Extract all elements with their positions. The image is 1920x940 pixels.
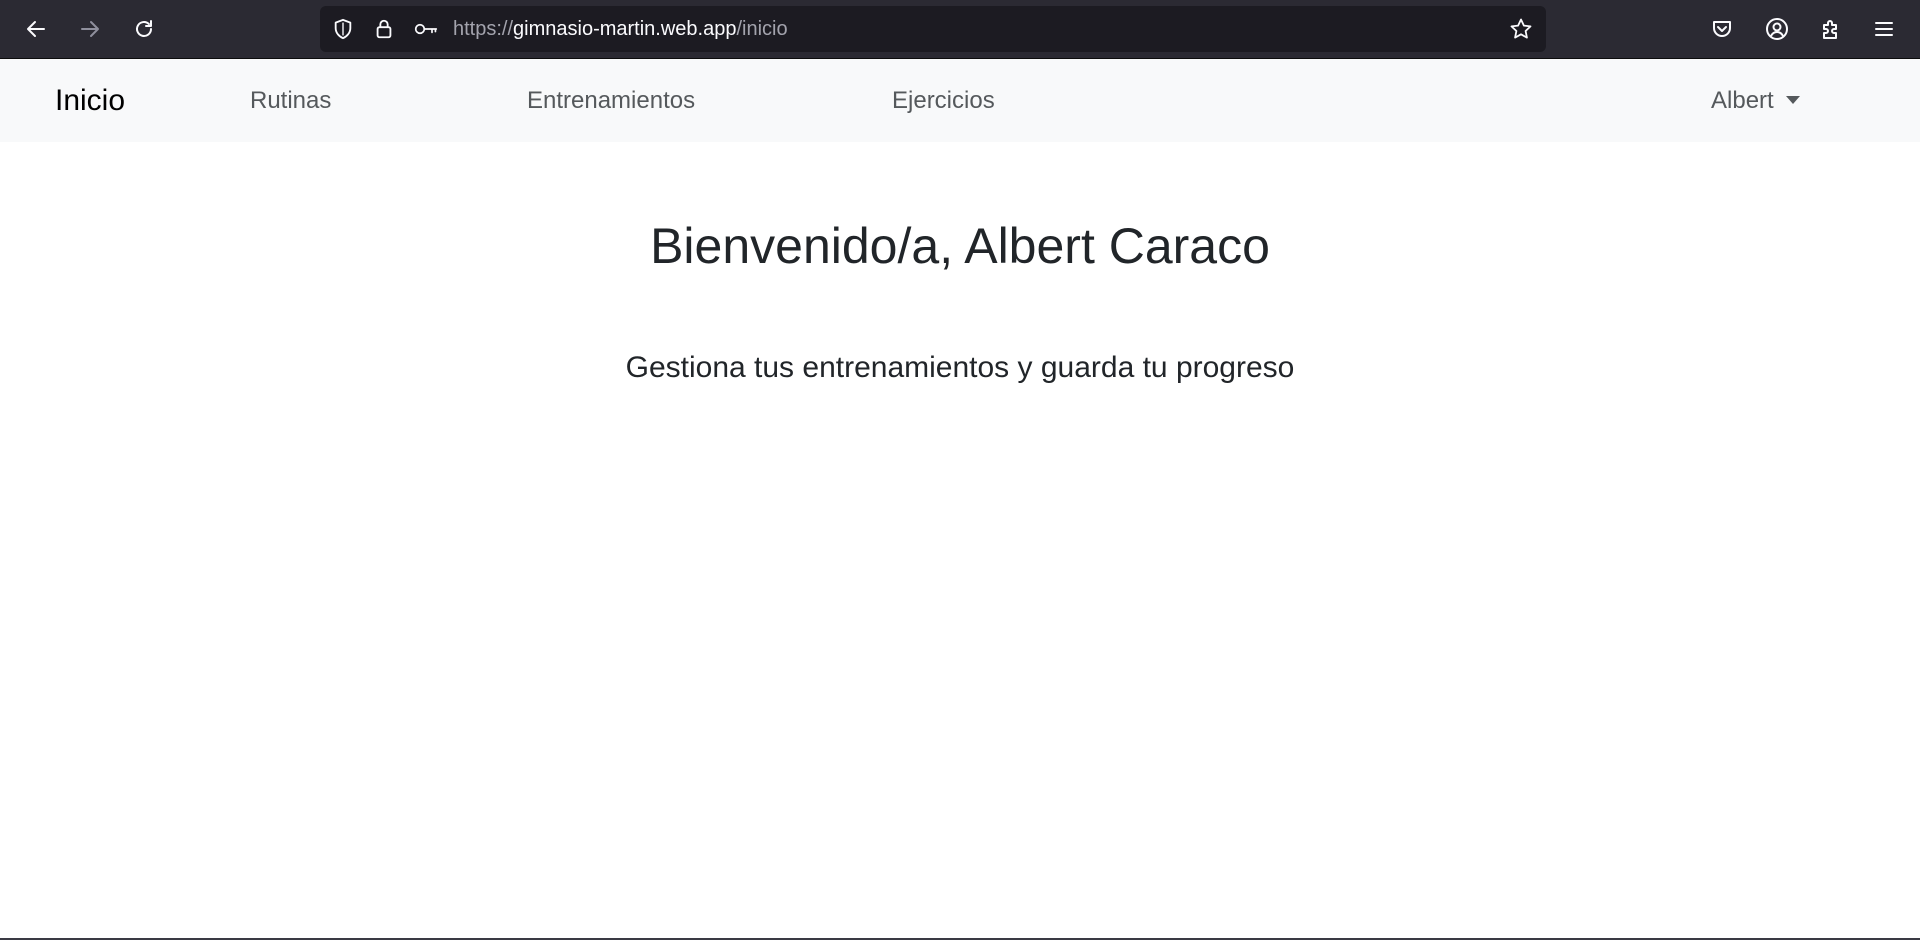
user-name-label: Albert — [1711, 87, 1774, 114]
navbar-brand-inicio[interactable]: Inicio — [55, 59, 125, 142]
url-host: gimnasio-martin.web.app — [513, 18, 737, 40]
welcome-title: Bienvenido/a, Albert Caraco — [650, 218, 1270, 274]
nav-link-ejercicios[interactable]: Ejercicios — [892, 59, 995, 142]
nav-link-entrenamientos[interactable]: Entrenamientos — [527, 59, 695, 142]
reload-button[interactable] — [126, 11, 162, 47]
arrow-right-icon — [81, 21, 99, 37]
url-path: /inicio — [736, 18, 788, 40]
puzzle-icon[interactable] — [1813, 11, 1849, 47]
account-icon[interactable] — [1759, 11, 1795, 47]
url-bar[interactable]: https://gimnasio-martin.web.app/inicio — [320, 6, 1546, 52]
url-text[interactable]: https://gimnasio-martin.web.app/inicio — [453, 6, 788, 52]
welcome-subtitle: Gestiona tus entrenamientos y guarda tu … — [625, 351, 1295, 384]
url-scheme: https:// — [453, 18, 514, 40]
site-navbar: Inicio Rutinas Entrenamientos Ejercicios… — [0, 59, 1920, 142]
pocket-icon[interactable] — [1704, 11, 1740, 47]
shield-icon[interactable] — [331, 17, 355, 41]
nav-link-rutinas[interactable]: Rutinas — [250, 59, 331, 142]
browser-toolbar: https://gimnasio-martin.web.app/inicio — [0, 0, 1920, 59]
bookmark-star-icon[interactable] — [1508, 16, 1534, 42]
back-button[interactable] — [18, 11, 54, 47]
caret-down-icon — [1785, 95, 1800, 104]
key-icon[interactable] — [414, 17, 438, 41]
forward-button[interactable] — [72, 11, 108, 47]
user-dropdown-toggle[interactable]: Albert — [1711, 59, 1800, 142]
hamburger-menu-icon[interactable] — [1866, 11, 1902, 47]
reload-icon — [136, 20, 152, 37]
lock-icon[interactable] — [372, 17, 396, 41]
arrow-left-icon — [27, 21, 45, 37]
